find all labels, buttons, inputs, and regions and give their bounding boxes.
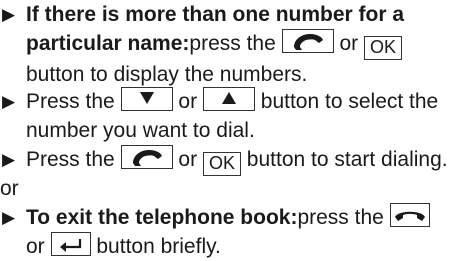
bullet-triangle-icon: ▶: [2, 92, 16, 111]
ok-button[interactable]: OK: [202, 152, 241, 176]
up-button[interactable]: [202, 87, 255, 111]
hang-up-icon: [394, 211, 425, 221]
instruction-page: ▶ If there is more than one number for a…: [0, 0, 462, 258]
phone-handset-icon: [293, 34, 323, 50]
step-2: ▶ Press the or button to select the numb…: [0, 87, 462, 145]
step-3-after: button to start dialing.: [246, 148, 448, 171]
step-2-before: Press the: [26, 90, 115, 113]
step-1-or: or: [339, 32, 359, 55]
bullet-triangle-icon: ▶: [2, 208, 16, 227]
back-arrow-icon: [59, 239, 81, 252]
step-3-text: Press the or OK button to start dialing.: [26, 145, 462, 176]
step-4-lead: To exit the telephone book:: [26, 206, 298, 229]
bullet-triangle-icon: ▶: [2, 5, 16, 24]
step-2-or: or: [178, 90, 198, 113]
step-4-text: To exit the telephone book:press the or …: [26, 203, 462, 261]
down-button[interactable]: [120, 87, 173, 111]
arrow-down-icon: [139, 92, 154, 104]
step-4-before: press the: [297, 206, 384, 229]
step-3-or: or: [178, 148, 198, 171]
phone-handset-icon: [132, 150, 162, 166]
bullet-triangle-icon: ▶: [2, 150, 16, 169]
call-button[interactable]: [281, 29, 334, 53]
step-2-text: Press the or button to select the number…: [26, 87, 462, 145]
step-3-before: Press the: [26, 148, 115, 171]
step-4: ▶ To exit the telephone book:press the o…: [0, 203, 462, 261]
ok-button[interactable]: OK: [364, 36, 403, 60]
back-button[interactable]: [50, 232, 91, 256]
or-separator: or: [0, 177, 19, 200]
step-1: ▶ If there is more than one number for a…: [0, 0, 462, 89]
step-4-after: button briefly.: [96, 235, 221, 258]
step-1-text: If there is more than one number for a p…: [26, 0, 462, 89]
arrow-up-icon: [221, 92, 236, 104]
step-1-before: press the: [189, 32, 276, 55]
step-4-or: or: [26, 235, 45, 258]
call-button[interactable]: [120, 145, 173, 169]
step-3: ▶ Press the or OK button to start dialin…: [0, 145, 462, 176]
step-1-after: button to display the numbers.: [26, 63, 308, 86]
hang-up-button[interactable]: [389, 203, 430, 227]
